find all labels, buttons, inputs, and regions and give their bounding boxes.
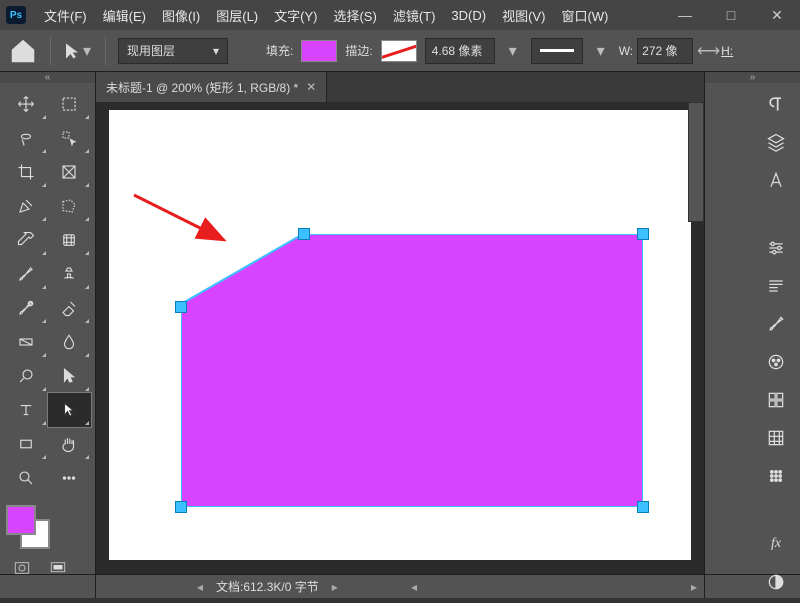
polygon-lasso-tool[interactable] bbox=[48, 189, 92, 223]
dodge-tool[interactable] bbox=[4, 359, 48, 393]
brush-tool[interactable] bbox=[4, 257, 48, 291]
lasso-tool[interactable] bbox=[4, 121, 48, 155]
eyedropper-tool[interactable] bbox=[4, 223, 48, 257]
right-panels: » fx bbox=[704, 72, 800, 574]
anchor-handle[interactable] bbox=[638, 502, 648, 512]
home-button[interactable] bbox=[8, 36, 38, 66]
status-bar: ◂ 文档:612.3K/0 字节 ▸ ◂ ▸ bbox=[0, 574, 800, 598]
app-logo: Ps bbox=[6, 6, 26, 24]
menu-file[interactable]: 文件(F) bbox=[36, 6, 95, 25]
direct-sel-tool[interactable] bbox=[48, 393, 92, 427]
stroke-swatch[interactable] bbox=[381, 40, 417, 62]
history-brush-tool[interactable] bbox=[4, 291, 48, 325]
separator bbox=[50, 37, 51, 65]
fg-bg-swatches[interactable] bbox=[0, 499, 95, 555]
color-icon[interactable] bbox=[762, 349, 790, 375]
brush-settings-icon[interactable] bbox=[762, 311, 790, 337]
patterns-icon[interactable] bbox=[762, 425, 790, 451]
close-icon[interactable]: ✕ bbox=[306, 80, 316, 94]
toolbox: « bbox=[0, 72, 96, 574]
menu-filter[interactable]: 滤镜(T) bbox=[385, 6, 444, 25]
vertical-scrollbar[interactable] bbox=[688, 102, 704, 222]
window-minimize[interactable]: — bbox=[662, 0, 708, 30]
path-sel-tool[interactable] bbox=[48, 359, 92, 393]
menu-view[interactable]: 视图(V) bbox=[494, 6, 553, 25]
document-tab-title: 未标题-1 @ 200% (矩形 1, RGB/8) * bbox=[106, 79, 298, 96]
type-tool[interactable] bbox=[4, 393, 48, 427]
menu-select[interactable]: 选择(S) bbox=[325, 6, 384, 25]
document-tab[interactable]: 未标题-1 @ 200% (矩形 1, RGB/8) * ✕ bbox=[96, 72, 327, 102]
pen-tool[interactable] bbox=[4, 189, 48, 223]
hand-tool[interactable] bbox=[48, 427, 92, 461]
link-wh-icon[interactable]: ⟷ bbox=[697, 41, 717, 61]
grid-icon[interactable] bbox=[762, 463, 790, 489]
doc-info: 文档:612.3K/0 字节 bbox=[210, 578, 325, 595]
main-area: « bbox=[0, 72, 800, 574]
canvas-viewport[interactable] bbox=[96, 102, 704, 574]
crop-tool[interactable] bbox=[4, 155, 48, 189]
styles-icon[interactable]: fx bbox=[762, 531, 790, 557]
chevron-down-icon[interactable]: ▾ bbox=[503, 41, 523, 61]
paragraph-styles-icon[interactable] bbox=[762, 273, 790, 299]
anchor-handle[interactable] bbox=[176, 502, 186, 512]
menu-layer[interactable]: 图层(L) bbox=[208, 6, 266, 25]
document-tabs: 未标题-1 @ 200% (矩形 1, RGB/8) * ✕ bbox=[96, 72, 704, 102]
layer-select-label: 现用图层 bbox=[127, 42, 175, 59]
menu-window[interactable]: 窗口(W) bbox=[553, 6, 616, 25]
separator bbox=[105, 37, 106, 65]
stroke-label: 描边: bbox=[345, 42, 372, 59]
collapse-panels[interactable]: » bbox=[705, 72, 800, 83]
paragraph-icon[interactable] bbox=[762, 91, 790, 117]
width-input[interactable] bbox=[637, 38, 693, 64]
anchor-handle[interactable] bbox=[299, 229, 309, 239]
fill-label: 填充: bbox=[266, 42, 293, 59]
gradient-tool[interactable] bbox=[4, 325, 48, 359]
fill-swatch[interactable] bbox=[301, 40, 337, 62]
edit-toolbar[interactable] bbox=[48, 461, 92, 495]
chevron-down-icon: ▾ bbox=[81, 41, 93, 61]
anchor-handle[interactable] bbox=[638, 229, 648, 239]
window-controls: — □ ✕ bbox=[662, 0, 800, 30]
adjustments-icon[interactable] bbox=[762, 235, 790, 261]
document-area: 未标题-1 @ 200% (矩形 1, RGB/8) * ✕ bbox=[96, 72, 704, 574]
chevron-down-icon: ▾ bbox=[213, 44, 219, 58]
rectangle-tool[interactable] bbox=[4, 427, 48, 461]
options-bar: ▾ 现用图层 ▾ 填充: 描边: ▾ ▾ W: ⟷ H: bbox=[0, 30, 800, 72]
character-icon[interactable] bbox=[762, 167, 790, 193]
selected-shape[interactable] bbox=[181, 234, 643, 507]
frame-tool[interactable] bbox=[48, 155, 92, 189]
anchor-handle[interactable] bbox=[176, 302, 186, 312]
canvas[interactable] bbox=[109, 110, 691, 560]
chevron-down-icon[interactable]: ▾ bbox=[591, 41, 611, 61]
menu-bar: Ps 文件(F) 编辑(E) 图像(I) 图层(L) 文字(Y) 选择(S) 滤… bbox=[0, 0, 800, 30]
prev-icon[interactable]: ◂ bbox=[190, 580, 210, 594]
stroke-style-menu[interactable] bbox=[531, 38, 583, 64]
menu-image[interactable]: 图像(I) bbox=[154, 6, 208, 25]
collapse-toolbox[interactable]: « bbox=[0, 72, 95, 83]
scroll-right-icon[interactable]: ▸ bbox=[684, 580, 704, 594]
height-label: H: bbox=[721, 44, 733, 58]
zoom-tool[interactable] bbox=[4, 461, 48, 495]
tool-indicator[interactable]: ▾ bbox=[63, 36, 93, 66]
blur-tool[interactable] bbox=[48, 325, 92, 359]
menu-edit[interactable]: 编辑(E) bbox=[95, 6, 154, 25]
layer-select[interactable]: 现用图层 ▾ bbox=[118, 38, 228, 64]
marquee-tool[interactable] bbox=[48, 87, 92, 121]
clone-stamp-tool[interactable] bbox=[48, 257, 92, 291]
scroll-left-icon[interactable]: ◂ bbox=[404, 580, 424, 594]
fg-color-swatch[interactable] bbox=[6, 505, 36, 535]
width-label: W: bbox=[619, 44, 633, 58]
layers-icon[interactable] bbox=[762, 129, 790, 155]
swatches-icon[interactable] bbox=[762, 387, 790, 413]
menu-type[interactable]: 文字(Y) bbox=[266, 6, 325, 25]
quick-select-tool[interactable] bbox=[48, 121, 92, 155]
window-maximize[interactable]: □ bbox=[708, 0, 754, 30]
window-close[interactable]: ✕ bbox=[754, 0, 800, 30]
patch-tool[interactable] bbox=[48, 223, 92, 257]
eraser-tool[interactable] bbox=[48, 291, 92, 325]
menu-3d[interactable]: 3D(D) bbox=[443, 8, 494, 23]
stroke-width-input[interactable] bbox=[425, 38, 495, 64]
next-icon[interactable]: ▸ bbox=[325, 580, 345, 594]
move-tool[interactable] bbox=[4, 87, 48, 121]
